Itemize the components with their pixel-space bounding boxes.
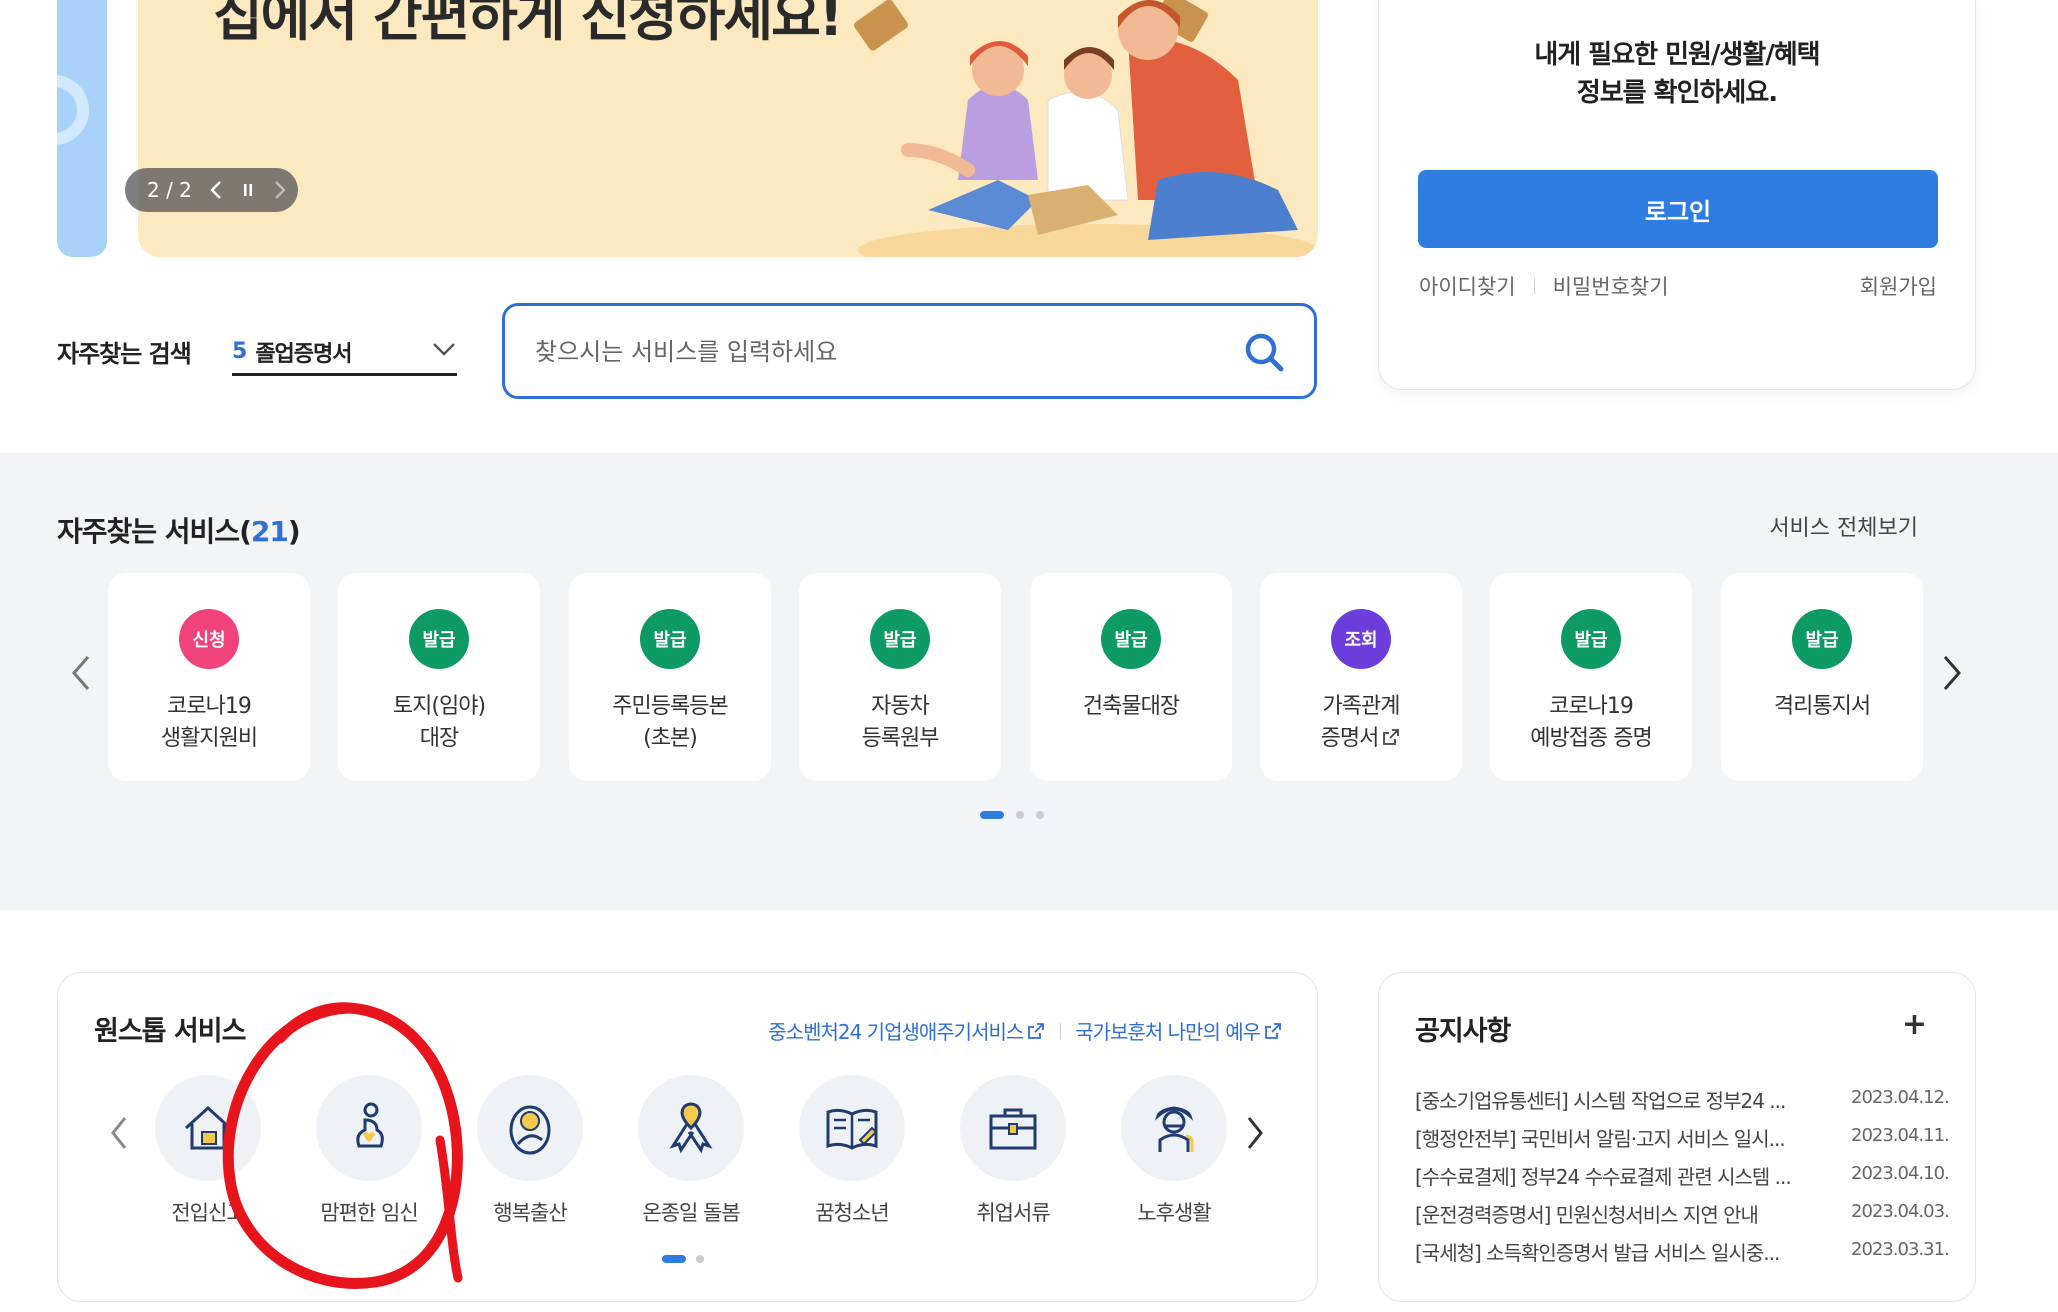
service-badge: 조회 [1331,609,1391,669]
sme-lifecycle-link[interactable]: 중소벤처24 기업생애주기서비스 [768,1016,1024,1045]
notice-item[interactable]: [중소기업유통센터] 시스템 작업으로 정부24 ... 2023.04.12. [1415,1085,1975,1123]
pause-icon [243,184,252,196]
favorite-search-dropdown[interactable]: 5 졸업증명서 [232,330,457,376]
service-card[interactable]: 신청 코로나19 생활지원비 [108,573,310,781]
frequent-services-title: 자주찾는 서비스(21) [57,515,301,548]
service-badge: 발급 [640,609,700,669]
service-badge: 신청 [179,609,239,669]
pagination-dot[interactable] [696,1255,704,1263]
pregnancy-icon [356,1102,384,1148]
service-badge: 발급 [1101,609,1161,669]
onestop-services-card: 원스톱 서비스 중소벤처24 기업생애주기서비스 국가보훈처 나만의 예우 전입… [57,972,1318,1302]
service-card[interactable]: 발급 격리통지서 [1721,573,1923,781]
service-name: 격리통지서 [1773,694,1871,719]
service-card[interactable]: 조회 가족관계 증명서 [1260,573,1462,781]
find-id-link[interactable]: 아이디찾기 [1419,271,1516,301]
service-badge: 발급 [1792,609,1852,669]
chevron-left-icon [210,181,221,199]
briefcase-icon [989,1108,1037,1150]
login-card: 내게 필요한 민원/생활/혜택 정보를 확인하세요. 로그인 아이디찾기 비밀번… [1378,0,1976,390]
ribbon-icon [669,1102,713,1154]
service-card[interactable]: 발급 건축물대장 [1030,573,1232,781]
login-button[interactable]: 로그인 [1418,170,1938,248]
pager-text: 2 / 2 [147,178,192,202]
favorite-search-rank: 5 [232,339,248,364]
frequent-services-section: 자주찾는 서비스(21) 서비스 전체보기 신청 코로나19 생활지원비 발급 토… [0,453,2058,910]
family-illustration [853,0,1318,257]
search-box [502,303,1317,399]
external-link-icon [1383,729,1400,745]
service-name: 주민등록등본 (초본) [612,694,728,751]
service-badge: 발급 [1561,609,1621,669]
pagination-dot[interactable] [1016,811,1024,819]
notice-card: 공지사항 + [중소기업유통센터] 시스템 작업으로 정부24 ... 2023.… [1378,972,1976,1302]
service-name: 건축물대장 [1082,694,1180,719]
find-password-link[interactable]: 비밀번호찾기 [1553,271,1669,301]
service-card[interactable]: 발급 주민등록등본 (초본) [569,573,771,781]
notice-item[interactable]: [행정안전부] 국민비서 알림·고지 서비스 일시... 2023.04.11. [1415,1123,1975,1161]
favorite-search-value: 졸업증명서 [255,341,352,367]
elder-icon [1154,1106,1194,1152]
service-card[interactable]: 발급 토지(임야) 대장 [338,573,540,781]
notice-item[interactable]: [수수료결제] 정부24 수수료결제 관련 시스템 ... 2023.04.10. [1415,1161,1975,1199]
services-count: 21 [250,515,289,548]
book-icon [826,1108,878,1150]
main-banner[interactable]: 집에서 간편하게 신청하세요! [138,0,1318,257]
services-pagination [980,811,1044,819]
pager-prev-button[interactable] [208,180,224,200]
service-name: 가족관계 증명서 [1320,694,1401,751]
external-link-icon [1265,1022,1281,1039]
onestop-item[interactable]: 맘편한 임신 [289,1075,449,1235]
favorite-search-label: 자주찾는 검색 [57,340,192,368]
service-badge: 발급 [409,609,469,669]
signup-link[interactable]: 회원가입 [1860,271,1937,301]
notice-title: 공지사항 [1415,1016,1511,1047]
banner-title: 집에서 간편하게 신청하세요! [213,0,843,48]
veterans-link[interactable]: 국가보훈처 나만의 예우 [1075,1016,1261,1045]
services-next-arrow[interactable] [1937,651,1967,695]
onestop-item[interactable]: 행복출산 [450,1075,610,1235]
service-card[interactable]: 발급 코로나19 예방접종 증명 [1490,573,1692,781]
baby-icon [509,1105,551,1155]
chevron-down-icon [433,343,455,356]
service-name: 토지(임야) 대장 [392,694,486,751]
services-prev-arrow[interactable] [66,651,96,695]
onestop-item[interactable]: 취업서류 [933,1075,1093,1235]
service-badge: 발급 [870,609,930,669]
onestop-item[interactable]: 온종일 돌봄 [611,1075,771,1235]
onestop-links: 중소벤처24 기업생애주기서비스 국가보훈처 나만의 예우 [768,1016,1283,1045]
pager-next-button[interactable] [272,180,288,200]
previous-slide-peek[interactable] [57,0,107,257]
service-name: 자동차 등록원부 [861,694,940,751]
onestop-item[interactable]: 꿈청소년 [772,1075,932,1235]
house-icon [184,1105,232,1150]
service-name: 코로나19 예방접종 증명 [1530,694,1652,751]
login-links: 아이디찾기 비밀번호찾기 [1419,271,1669,301]
service-name: 코로나19 생활지원비 [160,694,258,751]
notice-list: [중소기업유통센터] 시스템 작업으로 정부24 ... 2023.04.12. … [1415,1085,1975,1275]
onestop-pagination [662,1255,704,1263]
pagination-dot-active[interactable] [662,1255,686,1263]
login-message: 내게 필요한 민원/생활/혜택 정보를 확인하세요. [1534,40,1820,108]
search-input[interactable] [535,332,1215,372]
pagination-dot[interactable] [1036,811,1044,819]
onestop-item[interactable]: 전입신고 [128,1075,288,1235]
search-icon[interactable] [1242,330,1286,374]
service-card[interactable]: 발급 자동차 등록원부 [799,573,1001,781]
chevron-right-icon [275,181,286,199]
view-all-services-link[interactable]: 서비스 전체보기 [1769,510,1918,542]
banner-pager: 2 / 2 [125,168,298,212]
onestop-item[interactable]: 노후생활 [1094,1075,1254,1235]
notice-item[interactable]: [국세청] 소득확인증명서 발급 서비스 일시중... 2023.03.31. [1415,1237,1975,1275]
notice-more-button[interactable]: + [1902,1007,1927,1042]
pager-pause-button[interactable] [240,180,256,200]
external-link-icon [1028,1022,1045,1039]
notice-item[interactable]: [운전경력증명서] 민원신청서비스 지연 안내 2023.04.03. [1415,1199,1975,1237]
pagination-dot-active[interactable] [980,811,1004,819]
onestop-title: 원스톱 서비스 [94,1016,246,1047]
